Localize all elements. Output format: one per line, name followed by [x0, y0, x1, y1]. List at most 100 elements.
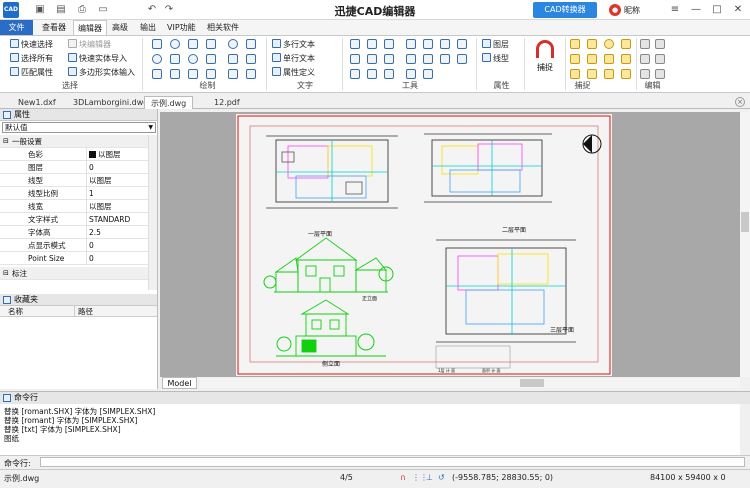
offset-icon[interactable] [367, 54, 377, 64]
doc-tab[interactable]: 12.pdf [208, 96, 246, 109]
ortho-status-icon[interactable]: ⊥ [426, 473, 433, 482]
user-avatar-icon[interactable]: ● [609, 4, 621, 16]
line-icon[interactable] [152, 39, 162, 49]
ellipse-icon[interactable] [152, 54, 162, 64]
clipboard-icon[interactable] [640, 69, 650, 79]
curve-icon[interactable] [406, 69, 416, 79]
scale-icon[interactable] [384, 39, 394, 49]
grid-icon[interactable] [246, 69, 256, 79]
snap-nearest-icon[interactable] [604, 69, 614, 79]
prop-row-pdsize[interactable]: Point Size 0 [0, 252, 148, 265]
measure-icon[interactable] [384, 69, 394, 79]
copy-icon[interactable] [406, 39, 416, 49]
prop-row-layer[interactable]: 图层 0 [0, 161, 148, 174]
pattern-icon[interactable] [170, 69, 180, 79]
polygon-input-button[interactable]: 多边形实体输入 [68, 67, 135, 79]
scroll-thumb[interactable] [520, 379, 544, 387]
attdef-button[interactable]: 属性定义 [272, 67, 315, 79]
paste-icon[interactable] [655, 54, 665, 64]
copy-edit-icon[interactable] [640, 54, 650, 64]
break-icon[interactable] [440, 54, 450, 64]
command-scrollbar[interactable] [740, 404, 750, 455]
erase-icon[interactable] [655, 69, 665, 79]
explode-icon[interactable] [457, 39, 467, 49]
tab-viewer[interactable]: 查看器 [38, 20, 70, 35]
snap-extension-icon[interactable] [604, 54, 614, 64]
region-icon[interactable] [206, 54, 216, 64]
table-icon[interactable] [188, 69, 198, 79]
snap-insertion-icon[interactable] [621, 54, 631, 64]
snap-midpoint-icon[interactable] [587, 39, 597, 49]
snap-intersection-icon[interactable] [587, 54, 597, 64]
polyline-icon[interactable] [188, 39, 198, 49]
print-icon[interactable]: ⎙ [76, 4, 88, 16]
mtext-button[interactable]: 多行文本 [272, 39, 315, 51]
cad-converter-button[interactable]: CAD转换器 [533, 2, 597, 18]
user-name[interactable]: 昵称 [624, 5, 640, 16]
hatch-icon[interactable] [228, 54, 238, 64]
fillet-icon[interactable] [350, 69, 360, 79]
prop-row-textstyle[interactable]: 文字样式 STANDARD [0, 213, 148, 226]
prop-row-textheight[interactable]: 字体高 2.5 [0, 226, 148, 239]
menu-icon[interactable]: ≡ [665, 2, 685, 18]
chamfer-icon[interactable] [367, 69, 377, 79]
ray-icon[interactable] [206, 69, 216, 79]
tab-related[interactable]: 相关软件 [203, 20, 243, 35]
text-button[interactable]: 单行文本 [272, 53, 315, 65]
close-doc-icon[interactable]: × [735, 97, 745, 107]
doc-tab-active[interactable]: 示例.dwg [144, 96, 194, 109]
prop-row-linetype[interactable]: 线型 以图层 [0, 174, 148, 187]
save-icon[interactable]: ▤ [55, 4, 67, 16]
snap-quadrant-icon[interactable] [570, 54, 580, 64]
move-icon[interactable] [350, 39, 360, 49]
select-all-button[interactable]: 选择所有 [10, 53, 53, 65]
trim-icon[interactable] [406, 54, 416, 64]
drawing-canvas[interactable]: 一层平面 二层平面 正立面 侧立面 三层平面 1层 计 面 面积 计 面 [160, 112, 740, 377]
doc-tab[interactable]: 3DLamborgini.dwg [67, 96, 154, 109]
pedit-icon[interactable] [423, 69, 433, 79]
properties-dropdown[interactable]: 默认值 ▼ [2, 122, 156, 133]
array-icon[interactable] [350, 54, 360, 64]
extend-icon[interactable] [423, 54, 433, 64]
tab-file[interactable]: 文件 [0, 20, 33, 35]
snap-center-icon[interactable] [604, 39, 614, 49]
rotate-icon[interactable] [367, 39, 377, 49]
link-icon[interactable] [440, 39, 450, 49]
join-icon[interactable] [457, 54, 467, 64]
layer-button[interactable]: 图层 [482, 39, 509, 51]
snap-endpoint-icon[interactable] [570, 39, 580, 49]
donut-icon[interactable] [188, 54, 198, 64]
polar-status-icon[interactable]: ↺ [438, 473, 445, 482]
tab-output[interactable]: 输出 [136, 20, 160, 35]
open-icon[interactable]: ▣ [34, 4, 46, 16]
snap-button[interactable]: 捕捉 [530, 40, 560, 78]
scroll-thumb[interactable] [741, 212, 749, 232]
command-input[interactable] [40, 457, 745, 467]
tab-editor[interactable]: 编辑器 [73, 20, 107, 35]
properties-scrollbar[interactable] [148, 135, 157, 290]
canvas-hscroll[interactable] [200, 378, 740, 388]
match-props-button[interactable]: 匹配属性 [10, 67, 53, 79]
stretch-icon[interactable] [384, 54, 394, 64]
polygon-draw-icon[interactable] [170, 54, 180, 64]
delete-icon[interactable] [655, 39, 665, 49]
redo-icon[interactable]: ↷ [163, 4, 175, 16]
quick-import-button[interactable]: 快速实体导入 [68, 53, 127, 65]
arc-icon[interactable] [228, 39, 238, 49]
prop-row-ltscale[interactable]: 线型比例 1 [0, 187, 148, 200]
snap-node-icon[interactable] [621, 39, 631, 49]
tab-vip[interactable]: VIP功能 [163, 20, 200, 35]
prop-row-lineweight[interactable]: 线宽 以图层 [0, 200, 148, 213]
quick-select-button[interactable]: 快速选择 [10, 39, 53, 51]
block-editor-button[interactable]: 块编辑器 [68, 39, 111, 51]
col-path[interactable]: 路径 [78, 306, 93, 317]
snap-tangent-icon[interactable] [587, 69, 597, 79]
undo-icon[interactable]: ↶ [146, 4, 158, 16]
point-icon[interactable] [152, 69, 162, 79]
maximize-icon[interactable]: □ [707, 2, 727, 18]
circle-icon[interactable] [170, 39, 180, 49]
wipeout-icon[interactable] [246, 54, 256, 64]
doc-tab[interactable]: New1.dxf [12, 96, 62, 109]
pen-icon[interactable] [228, 69, 238, 79]
minimize-icon[interactable]: — [686, 2, 706, 18]
